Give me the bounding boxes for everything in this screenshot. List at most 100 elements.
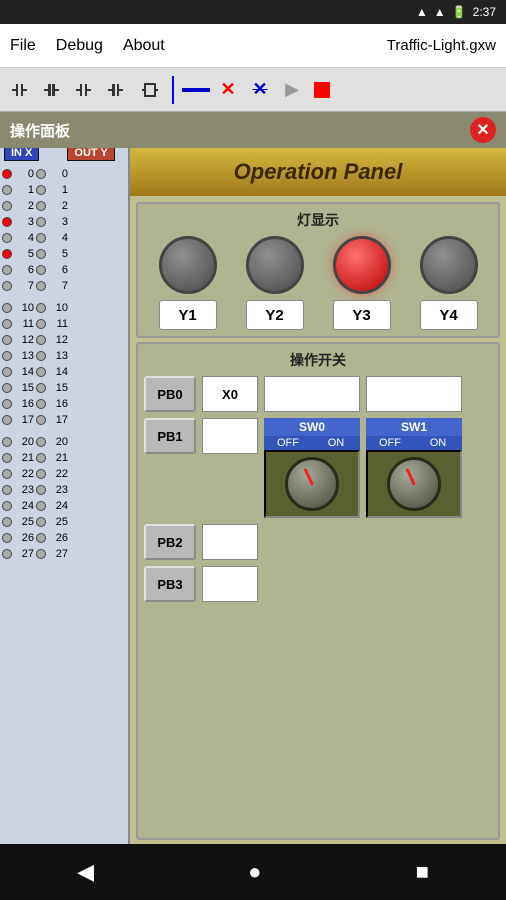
sw1-off-label[interactable]: OFF	[366, 436, 414, 450]
back-button[interactable]: ◀	[77, 859, 94, 885]
tool-x-red[interactable]: ✕	[214, 76, 242, 104]
switch-section: 操作开关 PB0 X0 PB1 SW0 OFF	[136, 342, 500, 840]
in-number: 4	[12, 232, 36, 244]
in-number: 5	[12, 248, 36, 260]
in-number: 26	[12, 532, 36, 544]
io-row: 5 5	[2, 246, 126, 262]
pb2-val-box	[202, 524, 258, 560]
tool-stop[interactable]	[314, 82, 330, 98]
left-panel: RUN IN X OUT Y 0 0 1 1 2 2 3	[0, 112, 130, 844]
in-number: 12	[12, 334, 36, 346]
in-indicator	[2, 217, 12, 227]
out-indicator	[36, 549, 46, 559]
out-number: 22	[46, 468, 70, 480]
io-row: 16 16	[2, 396, 126, 412]
pb3-button[interactable]: PB3	[144, 566, 196, 602]
lamp-labels: Y1 Y2 Y3 Y4	[144, 300, 492, 330]
tool-contact-b[interactable]	[40, 76, 68, 104]
out-indicator	[36, 303, 46, 313]
tool-x-blue[interactable]: ✕	[246, 76, 274, 104]
io-row: 15 15	[2, 380, 126, 396]
out-indicator	[36, 367, 46, 377]
sw1-header: SW1	[366, 418, 462, 436]
in-number: 20	[12, 436, 36, 448]
tool-contact-a[interactable]	[8, 76, 36, 104]
sw1-offon: OFF ON	[366, 436, 462, 450]
panel-close-button[interactable]: ✕	[470, 117, 496, 143]
nav-bar: ◀ ● ■	[0, 844, 506, 900]
x0-box: X0	[202, 376, 258, 412]
pb1-button[interactable]: PB1	[144, 418, 196, 454]
pb2-button[interactable]: PB2	[144, 524, 196, 560]
in-indicator	[2, 281, 12, 291]
menu-about[interactable]: About	[123, 37, 165, 55]
tool-line[interactable]	[182, 76, 210, 104]
in-indicator	[2, 233, 12, 243]
status-bar: ▲ ▲ 🔋 2:37	[0, 0, 506, 24]
in-indicator	[2, 501, 12, 511]
in-indicator	[2, 469, 12, 479]
sw0-widget: SW0 OFF ON	[264, 418, 360, 518]
in-number: 23	[12, 484, 36, 496]
out-indicator	[36, 453, 46, 463]
io-row: 27 27	[2, 546, 126, 562]
out-indicator	[36, 533, 46, 543]
in-indicator	[2, 201, 12, 211]
empty-box-r0c3	[366, 376, 462, 412]
io-row: 25 25	[2, 514, 126, 530]
op-panel-title: Operation Panel	[234, 159, 403, 185]
out-number: 13	[46, 350, 70, 362]
out-indicator	[36, 249, 46, 259]
io-row: 24 24	[2, 498, 126, 514]
sw1-body[interactable]	[366, 450, 462, 518]
sw0-body[interactable]	[264, 450, 360, 518]
sw0-offon: OFF ON	[264, 436, 360, 450]
lamp-label-y3: Y3	[333, 300, 391, 330]
recent-button[interactable]: ■	[416, 859, 429, 885]
sw0-on-label[interactable]: ON	[312, 436, 360, 450]
io-row: 26 26	[2, 530, 126, 546]
out-number: 15	[46, 382, 70, 394]
io-row: 13 13	[2, 348, 126, 364]
out-indicator	[36, 169, 46, 179]
io-row: 2 2	[2, 198, 126, 214]
content-area: RUN IN X OUT Y 0 0 1 1 2 2 3	[0, 112, 506, 844]
lamp-2	[246, 236, 304, 294]
menu-debug[interactable]: Debug	[56, 37, 103, 55]
sw1-needle	[405, 468, 415, 486]
menu-file[interactable]: File	[10, 37, 36, 55]
io-row: 1 1	[2, 182, 126, 198]
out-number: 27	[46, 548, 70, 560]
signal-icon: ▲	[434, 5, 446, 19]
in-indicator	[2, 169, 12, 179]
io-row: 22 22	[2, 466, 126, 482]
home-button[interactable]: ●	[248, 859, 261, 885]
tool-contact-c[interactable]	[72, 76, 100, 104]
out-indicator	[36, 265, 46, 275]
out-indicator	[36, 185, 46, 195]
out-number: 14	[46, 366, 70, 378]
in-indicator	[2, 533, 12, 543]
pb0-button[interactable]: PB0	[144, 376, 196, 412]
tool-coil[interactable]	[136, 76, 164, 104]
tool-contact-d[interactable]	[104, 76, 132, 104]
sw1-on-label[interactable]: ON	[414, 436, 462, 450]
lamps-row	[144, 236, 492, 294]
out-number: 7	[46, 280, 70, 292]
empty-box-r0c2	[264, 376, 360, 412]
out-indicator	[36, 501, 46, 511]
pb1-val-box	[202, 418, 258, 454]
out-indicator	[36, 217, 46, 227]
sw0-header: SW0	[264, 418, 360, 436]
out-number: 2	[46, 200, 70, 212]
op-panel-header: Operation Panel	[130, 148, 506, 196]
in-indicator	[2, 399, 12, 409]
lamp-label-y1: Y1	[159, 300, 217, 330]
toolbar: ✕ ✕ ▶	[0, 68, 506, 112]
out-indicator	[36, 383, 46, 393]
out-indicator	[36, 485, 46, 495]
sw0-off-label[interactable]: OFF	[264, 436, 312, 450]
in-number: 27	[12, 548, 36, 560]
io-row: 23 23	[2, 482, 126, 498]
tool-play[interactable]: ▶	[278, 76, 306, 104]
